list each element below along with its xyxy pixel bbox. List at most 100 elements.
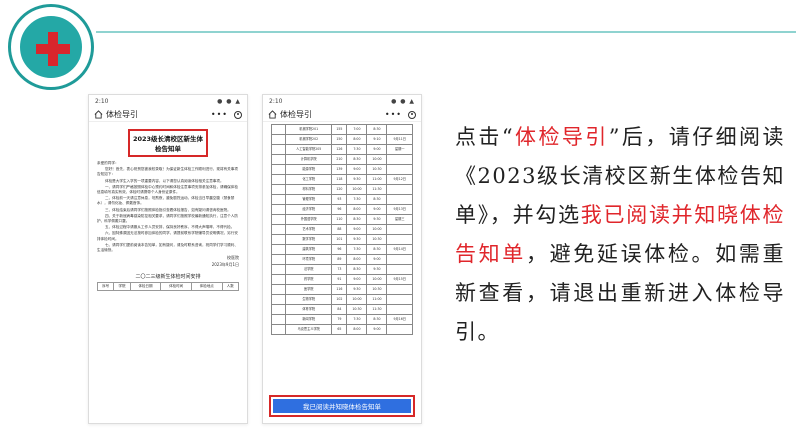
table-cell: 11:30 <box>366 184 388 195</box>
table-cell: 102 <box>331 294 348 305</box>
table-cell: 体育学院 <box>284 304 333 315</box>
table-cell <box>271 214 286 225</box>
table-cell: 10:00 <box>346 294 368 305</box>
table-cell <box>271 324 286 335</box>
phone-screenshot-notice: 2:10 ● ● ▲ 体检导引 ••• 2023级长清校区新生体检告知单 亲爱的… <box>88 94 248 424</box>
table-cell: 10:30 <box>366 164 388 175</box>
table-cell: 法学院 <box>284 264 333 275</box>
table-cell <box>271 124 286 135</box>
table-row: 体育学院 84 10:30 11:30 <box>271 304 413 315</box>
table-header-cell: 学院 <box>113 282 131 292</box>
status-bar: 2:10 ● ● ▲ <box>89 95 247 108</box>
home-icon[interactable] <box>268 110 277 119</box>
table-cell: 8:30 <box>346 264 368 275</box>
table-cell: 9:30 <box>346 284 368 295</box>
table-cell: 8:30 <box>366 194 388 205</box>
table-row: 人工智能学院205 126 7:30 9:00 星期一 <box>271 144 413 155</box>
red-cross-icon-bar <box>36 44 70 54</box>
confirm-button-highlight[interactable]: 我已阅读并知晓体检告知单 <box>269 395 415 417</box>
table-cell: 139 <box>331 164 348 175</box>
table-cell: 79 <box>331 314 348 325</box>
table-cell: 8:00 <box>346 254 368 265</box>
table-row: 经济学院 96 8:00 9:00 9月13日 <box>271 204 413 215</box>
table-cell: 8:30 <box>366 314 388 325</box>
table-cell: 9:30 <box>346 234 368 245</box>
table-header-cell: 体检时间 <box>160 282 192 292</box>
table-cell: 9月14日 <box>386 244 413 255</box>
table-cell: 外国语学院 <box>284 214 333 225</box>
more-options-icon[interactable]: ••• <box>211 110 228 119</box>
instruction-text-part: 点击“ <box>455 125 515 149</box>
home-icon[interactable] <box>94 110 103 119</box>
table-cell: 能源学院 <box>284 164 333 175</box>
table-cell: 11:30 <box>366 304 388 315</box>
close-miniprogram-icon[interactable] <box>234 110 242 119</box>
table-cell: 126 <box>331 144 348 155</box>
table-cell: 艺术学院 <box>284 224 333 235</box>
more-options-icon[interactable]: ••• <box>385 110 402 119</box>
table-cell: 材料学院 <box>284 184 333 195</box>
table-cell: 10:00 <box>346 184 368 195</box>
table-cell: 化工学院 <box>284 174 333 185</box>
table-cell: 7:30 <box>346 144 368 155</box>
table-cell: 医学院 <box>284 284 333 295</box>
table-row: 计算机学院 210 8:30 10:00 <box>271 154 413 165</box>
table-cell <box>386 184 413 195</box>
table-cell: 建筑学院 <box>284 244 333 255</box>
notice-paragraph: 体检是大学生入学的一项重要内容，以下请您认真阅读体检相关注意事项。 <box>105 178 224 183</box>
table-row: 艺术学院 88 9:00 10:00 <box>271 224 413 235</box>
table-cell <box>271 304 286 315</box>
table-cell: 118 <box>331 174 348 185</box>
table-cell <box>271 144 286 155</box>
close-miniprogram-icon[interactable] <box>408 110 416 119</box>
table-cell: 91 <box>331 274 348 285</box>
table-cell: 155 <box>331 124 348 135</box>
notice-paragraph: 四、关于新冠病毒感染防控相关要求，请同学们按照学校最新通知执行，注意个人防护，科… <box>97 213 238 224</box>
table-cell <box>386 164 413 175</box>
table-cell <box>386 284 413 295</box>
table-cell: 93 <box>331 194 348 205</box>
table-row: 数学学院 101 9:30 10:30 <box>271 234 413 245</box>
notice-paragraph: 二、体检前一天请注意休息，勿熬夜，避免剧烈运动，体检当日早晨空腹（禁食禁水），请… <box>97 196 235 206</box>
table-cell <box>386 124 413 135</box>
notice-paragraph: 六、因特殊原因无法按时参加体检的同学，请提前联系学院辅导员说明情况，另行安排体检… <box>97 231 238 241</box>
table-cell: 88 <box>331 224 348 235</box>
notice-paragraph: 五、体检过程中请服从工作人员安排，保持良好秩序，不得大声喧哗，不得代检。 <box>105 225 235 230</box>
table-cell <box>271 294 286 305</box>
table-row: 环境学院 89 8:00 9:00 <box>271 254 413 265</box>
table-cell: 生物学院 <box>284 294 333 305</box>
table-cell <box>386 154 413 165</box>
table-cell: 7:30 <box>346 244 368 255</box>
table-row: 外国语学院 110 8:30 9:30 星期三 <box>271 214 413 225</box>
table-cell: 马克思主义学院 <box>284 324 333 335</box>
notice-title: 2023级长清校区新生体检告知单 <box>128 129 208 157</box>
confirm-read-button[interactable]: 我已阅读并知晓体检告知单 <box>273 399 411 413</box>
table-cell: 9月15日 <box>386 274 413 285</box>
table-row: 机械学院202 150 8:00 9:10 9月11日 <box>271 134 413 145</box>
notice-document: 2023级长清校区新生体检告知单 亲爱的同学： 您好！首先，衷心祝贺您被我校录取… <box>89 122 247 292</box>
table-cell: 机械学院201 <box>284 124 333 135</box>
table-cell: 89 <box>331 254 348 265</box>
table-cell <box>271 284 286 295</box>
table-cell <box>386 194 413 205</box>
table-cell: 机械学院202 <box>284 134 333 145</box>
table-cell: 110 <box>331 214 348 225</box>
notice-paragraph: 您好！首先，衷心祝贺您被我校录取！为保证新生体检工作顺利进行，现将有关事项告知如… <box>97 167 238 177</box>
table-cell: 10:30 <box>366 284 388 295</box>
nav-title: 体检导引 <box>280 110 312 119</box>
notice-date: 2023年9月1日 <box>211 262 239 268</box>
schedule-table-wrap: 机械学院201 155 7:00 8:30 机械学院202 150 8:00 9:10 9月11… <box>263 122 421 335</box>
table-cell: 8:30 <box>346 154 368 165</box>
table-cell: 11:00 <box>366 294 388 305</box>
table-cell: 210 <box>331 154 348 165</box>
table-cell <box>386 304 413 315</box>
table-cell: 10:00 <box>366 224 388 235</box>
table-cell: 9:30 <box>366 264 388 275</box>
nav-bar: 体检导引 ••• <box>89 108 247 122</box>
table-cell: 116 <box>331 284 348 295</box>
table-cell <box>271 224 286 235</box>
table-cell <box>271 264 286 275</box>
notice-paragraph: 三、体检结束后请同学们按照体检指引查看体检报告，如有疑问请咨询校医院。 <box>105 207 231 212</box>
table-cell <box>386 294 413 305</box>
table-cell: 7:30 <box>346 314 368 325</box>
